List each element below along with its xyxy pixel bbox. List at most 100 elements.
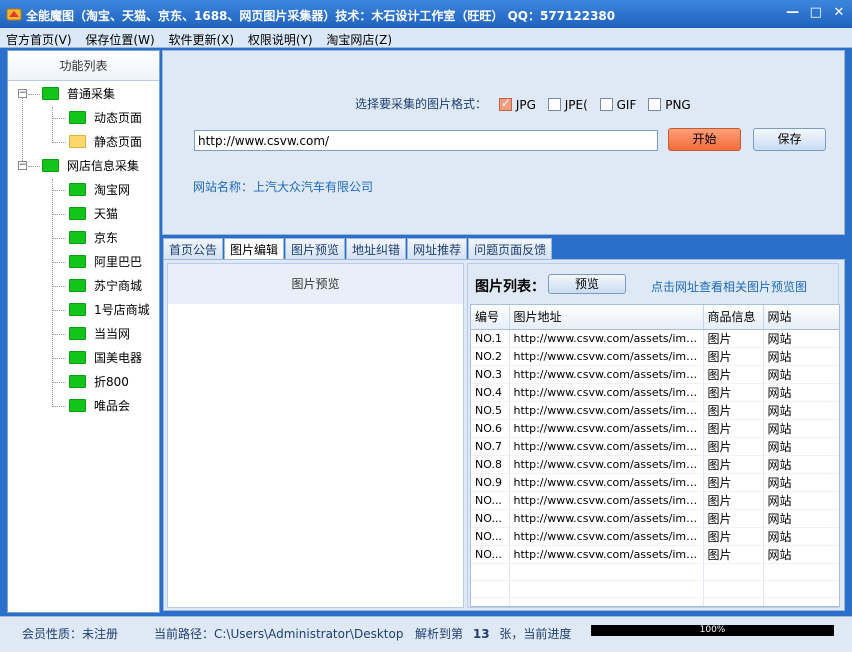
table-cell: 图片 <box>703 509 764 528</box>
tree-item-1-7[interactable]: 国美电器 <box>69 349 142 369</box>
table-cell[interactable]: http://www.csvw.com/assets/imag... <box>509 545 704 564</box>
table-cell: NO.7 <box>471 437 510 456</box>
minimize-button[interactable]: — <box>784 4 802 22</box>
menu-taobao-shop[interactable]: 淘宝网店(Z) <box>320 28 396 48</box>
parsed-prefix: 解析到第 <box>415 627 464 641</box>
tree-item-1-1[interactable]: 天猫 <box>69 205 118 225</box>
checkbox-jpeg[interactable] <box>547 98 561 111</box>
save-button[interactable]: 保存 <box>753 128 826 151</box>
checkbox-gif[interactable] <box>599 98 613 111</box>
format-row: 选择要采集的图片格式： JPG JPE( GIF PNG <box>355 95 691 112</box>
tree-item-label: 1号店商城 <box>94 303 150 317</box>
tree-item-1-9[interactable]: 唯品会 <box>69 397 130 417</box>
folder-icon <box>42 87 59 100</box>
grid-column-header[interactable]: 编号 <box>471 305 510 330</box>
checkbox-png-label[interactable]: PNG <box>665 98 691 112</box>
table-row[interactable]: NO... http://www.csvw.com/assets/imag... 图… <box>471 545 839 564</box>
menu-permissions[interactable]: 权限说明(Y) <box>242 28 317 48</box>
table-cell <box>509 597 704 606</box>
table-row[interactable]: NO... http://www.csvw.com/assets/imag... 图… <box>471 491 839 510</box>
table-cell[interactable]: http://www.csvw.com/assets/imag... <box>509 527 704 546</box>
title-bar[interactable]: 全能魔图（淘宝、天猫、京东、1688、网页图片采集器）技术：木石设计工作室（旺旺… <box>0 0 852 28</box>
tree-item-1-3[interactable]: 阿里巴巴 <box>69 253 142 273</box>
table-cell: 图片 <box>703 365 764 384</box>
table-row[interactable]: NO.3 http://www.csvw.com/assets/imag... 图片… <box>471 365 839 384</box>
menu-save-location[interactable]: 保存位置(W) <box>79 28 158 48</box>
table-cell[interactable]: http://www.csvw.com/assets/imag... <box>509 401 704 420</box>
tab-5[interactable]: 问题页面反馈 <box>468 238 553 259</box>
table-cell: 网站 <box>763 509 839 528</box>
tree-item-1-0[interactable]: 淘宝网 <box>69 181 130 201</box>
tab-2[interactable]: 图片预览 <box>285 238 346 259</box>
tree-item-1-4[interactable]: 苏宁商城 <box>69 277 142 297</box>
table-row[interactable]: NO.6 http://www.csvw.com/assets/imag... 图片… <box>471 419 839 438</box>
window-title: 全能魔图（淘宝、天猫、京东、1688、网页图片采集器）技术：木石设计工作室（旺旺… <box>26 9 616 23</box>
checkbox-jpeg-label[interactable]: JPE( <box>565 98 588 112</box>
table-cell[interactable]: http://www.csvw.com/assets/imag... <box>509 473 704 492</box>
tab-0[interactable]: 首页公告 <box>163 238 224 259</box>
folder-icon <box>69 135 86 148</box>
table-cell[interactable]: http://www.csvw.com/assets/imag... <box>509 383 704 402</box>
preview-button[interactable]: 预览 <box>548 274 626 294</box>
tree-item-label: 当当网 <box>94 327 131 341</box>
table-cell: 网站 <box>763 419 839 438</box>
site-name: 网站名称：上汽大众汽车有限公司 <box>193 178 373 195</box>
status-bar: 会员性质：未注册 当前路径：C:\Users\Administrator\Des… <box>0 616 852 652</box>
table-cell[interactable]: http://www.csvw.com/assets/imag... <box>509 347 704 366</box>
tree-item-label: 唯品会 <box>94 399 131 413</box>
table-cell[interactable]: http://www.csvw.com/assets/imag... <box>509 491 704 510</box>
tree-connector <box>52 286 66 287</box>
tree-item-1-2[interactable]: 京东 <box>69 229 118 249</box>
table-cell[interactable]: http://www.csvw.com/assets/imag... <box>509 329 704 348</box>
tree-item-0-1[interactable]: 静态页面 <box>69 133 142 153</box>
table-row[interactable]: NO... http://www.csvw.com/assets/imag... 图… <box>471 527 839 546</box>
table-row[interactable]: NO.8 http://www.csvw.com/assets/imag... 图片… <box>471 455 839 474</box>
maximize-button[interactable]: □ <box>807 4 825 22</box>
tree-item-1-5[interactable]: 1号店商城 <box>69 301 150 321</box>
grid-column-header[interactable]: 商品信息 <box>703 305 764 330</box>
tab-1[interactable]: 图片编辑 <box>224 238 285 261</box>
close-button[interactable]: ✕ <box>830 4 848 22</box>
url-input[interactable] <box>194 130 658 151</box>
tree-item-label: 动态页面 <box>94 111 143 125</box>
tree-connector <box>52 118 66 119</box>
table-row[interactable]: NO.1 http://www.csvw.com/assets/imag... 图片… <box>471 329 839 348</box>
table-cell[interactable]: http://www.csvw.com/assets/imag... <box>509 419 704 438</box>
table-cell: NO.3 <box>471 365 510 384</box>
table-cell[interactable]: http://www.csvw.com/assets/imag... <box>509 437 704 456</box>
tree-item-1-6[interactable]: 当当网 <box>69 325 130 345</box>
table-row[interactable]: NO... http://www.csvw.com/assets/imag... 图… <box>471 509 839 528</box>
tab-bar: 首页公告 图片编辑 图片预览 地址纠错 网址推荐 问题页面反馈 <box>163 238 553 261</box>
tree-expander-1[interactable]: − <box>18 161 27 170</box>
tab-4[interactable]: 网址推荐 <box>407 238 468 259</box>
tree-group-0[interactable]: 普通采集 <box>42 85 115 105</box>
table-cell: NO.6 <box>471 419 510 438</box>
tree-item-1-8[interactable]: 折800 <box>69 373 129 393</box>
image-list-grid[interactable]: 编号 图片地址 商品信息 网站 NO.1 http://www.csvw.com/ass… <box>470 304 840 607</box>
table-cell[interactable]: http://www.csvw.com/assets/imag... <box>509 509 704 528</box>
start-button[interactable]: 开始 <box>668 128 741 151</box>
grid-column-header[interactable]: 图片地址 <box>509 305 704 330</box>
table-cell: 图片 <box>703 347 764 366</box>
tab-3[interactable]: 地址纠错 <box>346 238 407 259</box>
checkbox-jpg[interactable] <box>498 96 512 111</box>
table-row[interactable]: NO.4 http://www.csvw.com/assets/imag... 图片… <box>471 383 839 402</box>
table-row[interactable]: NO.2 http://www.csvw.com/assets/imag... 图片… <box>471 347 839 366</box>
table-row[interactable]: NO.7 http://www.csvw.com/assets/imag... 图片… <box>471 437 839 456</box>
table-row[interactable]: NO.9 http://www.csvw.com/assets/imag... 图片… <box>471 473 839 492</box>
table-row[interactable]: NO.5 http://www.csvw.com/assets/imag... 图片… <box>471 401 839 420</box>
parsed-suffix: 张，当前进度 <box>499 627 572 641</box>
checkbox-jpg-label[interactable]: JPG <box>516 98 536 112</box>
table-cell[interactable]: http://www.csvw.com/assets/imag... <box>509 365 704 384</box>
table-cell[interactable]: http://www.csvw.com/assets/imag... <box>509 455 704 474</box>
empty-row <box>471 580 839 598</box>
menu-update[interactable]: 软件更新(X) <box>162 28 238 48</box>
checkbox-png[interactable] <box>648 98 662 111</box>
tree-group-1[interactable]: 网店信息采集 <box>42 157 139 177</box>
image-list-panel: 图片列表： 预览 点击网址查看相关图片预览图 编号 图片地址 商品信息 网站 NO.1… <box>467 263 840 608</box>
tree-item-0-0[interactable]: 动态页面 <box>69 109 142 129</box>
table-cell: 网站 <box>763 329 839 348</box>
checkbox-gif-label[interactable]: GIF <box>617 98 637 112</box>
menu-home[interactable]: 官方首页(V) <box>0 28 76 48</box>
grid-column-header[interactable]: 网站 <box>763 305 839 330</box>
